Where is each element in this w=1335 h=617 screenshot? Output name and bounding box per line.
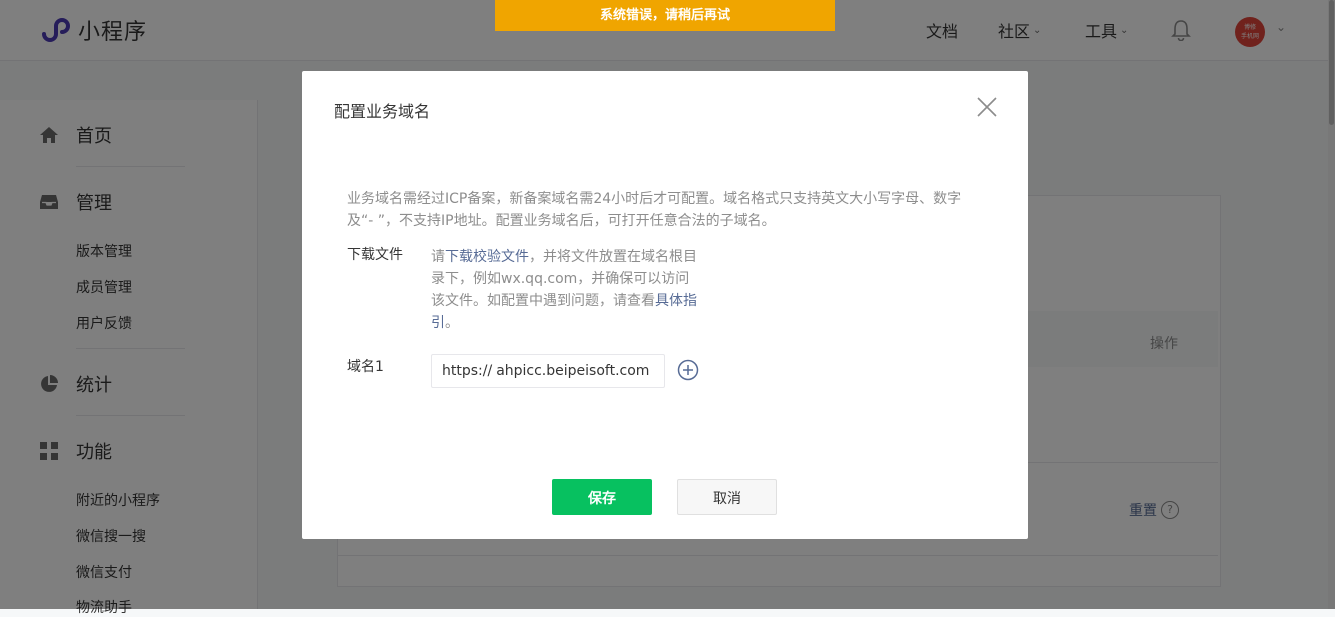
- cancel-button[interactable]: 取消: [677, 479, 777, 515]
- add-circle-icon[interactable]: [677, 359, 699, 381]
- download-verify-file-link[interactable]: 下载校验文件: [445, 249, 529, 265]
- domain-prefix: https://: [442, 363, 493, 379]
- close-icon[interactable]: [975, 95, 999, 119]
- download-text-1: 请: [431, 249, 445, 265]
- error-banner: 系统错误，请稍后再试: [495, 0, 835, 31]
- download-instructions: 请下载校验文件，并将文件放置在域名根目录下，例如wx.qq.com，并确保可以访…: [431, 246, 703, 334]
- dialog-title: 配置业务域名: [334, 102, 431, 121]
- dialog-description: 业务域名需经过ICP备案，新备案域名需24小时后才可配置。域名格式只支持英文大小…: [347, 191, 962, 229]
- save-button[interactable]: 保存: [552, 479, 652, 515]
- configure-domain-dialog: 配置业务域名 业务域名需经过ICP备案，新备案域名需24小时后才可配置。域名格式…: [302, 71, 1028, 539]
- domain-input[interactable]: [496, 363, 657, 379]
- download-file-label: 下载文件: [347, 247, 403, 263]
- domain-field[interactable]: https://: [431, 354, 665, 388]
- download-text-3: 。: [445, 315, 459, 331]
- domain-label: 域名1: [347, 359, 384, 375]
